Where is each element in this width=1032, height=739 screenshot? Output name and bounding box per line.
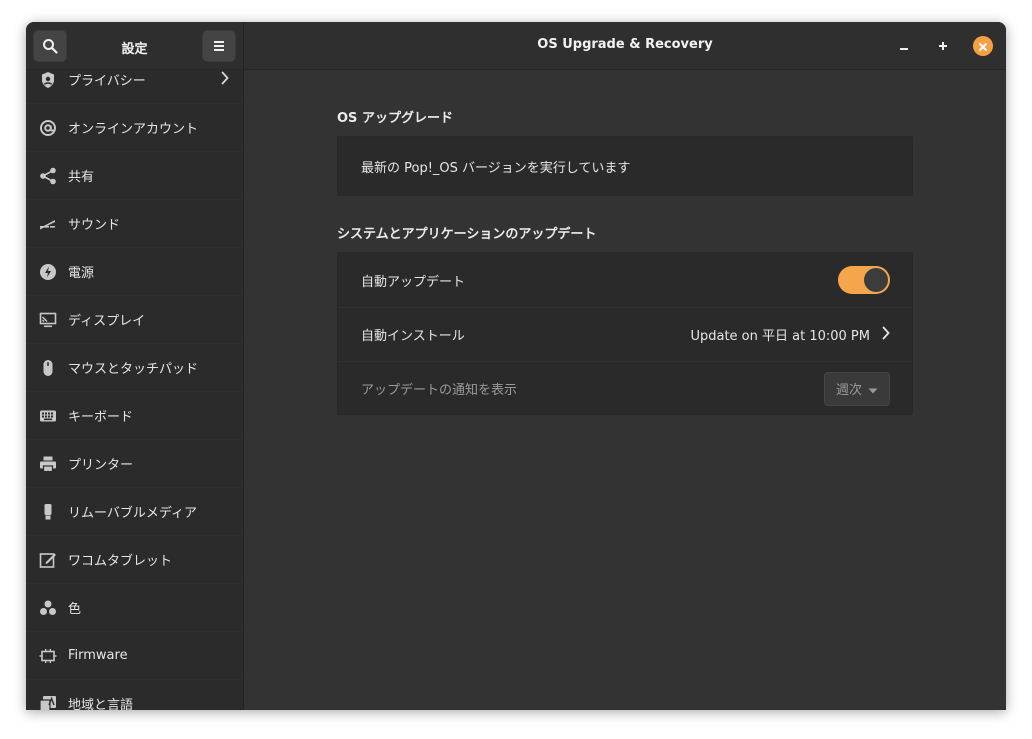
sound-icon <box>39 215 57 233</box>
sidebar-item-sound[interactable]: サウンド <box>26 200 243 248</box>
sidebar-item-power[interactable]: 電源 <box>26 248 243 296</box>
sidebar-item-label: 共有 <box>68 170 95 185</box>
main-content: OS アップグレード 最新の Pop!_OS バージョンを実行しています システ… <box>244 70 1006 710</box>
dropdown-selected-value: 週次 <box>836 383 863 398</box>
display-icon <box>39 311 57 329</box>
color-icon <box>39 599 57 617</box>
power-icon <box>39 263 57 281</box>
settings-window: 設定 OS Upgrade & Recovery プライバシー オンラインアカウ… <box>26 22 1006 710</box>
chevron-right-icon <box>882 325 890 344</box>
sidebar-item-color[interactable]: 色 <box>26 584 243 632</box>
sidebar-item-label: リムーバブルメディア <box>68 506 197 521</box>
sidebar-item-keyboard[interactable]: キーボード <box>26 392 243 440</box>
share-icon <box>39 167 57 185</box>
sidebar-item-label: キーボード <box>68 410 134 425</box>
minimize-button[interactable] <box>894 36 914 56</box>
sidebar-item-sharing[interactable]: 共有 <box>26 152 243 200</box>
printer-icon <box>39 455 57 473</box>
hamburger-menu-icon <box>212 40 226 52</box>
toggle-knob <box>864 268 888 292</box>
sidebar-item-label: サウンド <box>68 218 121 233</box>
auto-install-value: Update on 平日 at 10:00 PM <box>690 329 870 344</box>
close-icon <box>978 37 988 56</box>
at-icon <box>39 119 57 137</box>
sidebar-item-label: プリンター <box>68 458 134 473</box>
sidebar-item-label: 電源 <box>68 266 95 281</box>
sidebar-item-label: オンラインアカウント <box>68 122 199 137</box>
auto-install-row[interactable]: 自動インストール Update on 平日 at 10:00 PM <box>338 308 912 361</box>
sidebar-header: 設定 <box>26 22 244 70</box>
notification-frequency-dropdown[interactable]: 週次 <box>824 371 890 406</box>
update-notification-label: アップデートの通知を表示 <box>361 383 518 398</box>
content-header: OS Upgrade & Recovery <box>244 22 1006 70</box>
tablet-icon <box>39 551 57 569</box>
sidebar-item-firmware[interactable]: Firmware <box>26 632 243 680</box>
language-icon <box>39 695 57 710</box>
os-upgrade-card: 最新の Pop!_OS バージョンを実行しています <box>337 136 913 196</box>
minimize-icon <box>898 37 910 56</box>
sidebar-item-privacy[interactable]: プライバシー <box>26 70 243 104</box>
sidebar-item-removable-media[interactable]: リムーバブルメディア <box>26 488 243 536</box>
sidebar-item-online-accounts[interactable]: オンラインアカウント <box>26 104 243 152</box>
window-title: OS Upgrade & Recovery <box>537 37 713 52</box>
sidebar-item-mouse-touchpad[interactable]: マウスとタッチパッド <box>26 344 243 392</box>
sidebar-item-printers[interactable]: プリンター <box>26 440 243 488</box>
sidebar-item-label: Firmware <box>68 648 128 663</box>
updates-card: 自動アップデート 自動インストール Update on 平日 at 10:00 … <box>337 252 913 415</box>
chevron-down-icon <box>868 379 878 398</box>
sidebar-item-region-language[interactable]: 地域と言語 <box>26 680 243 710</box>
auto-install-label: 自動インストール <box>361 329 465 344</box>
os-upgrade-section-title: OS アップグレード <box>337 111 453 126</box>
sidebar: プライバシー オンラインアカウント 共有 サウンド 電源 ディスプレイ マウスと… <box>26 70 244 710</box>
sidebar-item-wacom-tablet[interactable]: ワコムタブレット <box>26 536 243 584</box>
os-upgrade-status-row: 最新の Pop!_OS バージョンを実行しています <box>338 137 912 195</box>
sidebar-item-label: 色 <box>68 602 82 617</box>
update-notification-row: アップデートの通知を表示 週次 <box>338 362 912 415</box>
auto-update-toggle[interactable] <box>838 266 890 294</box>
privacy-icon <box>39 71 57 89</box>
sidebar-item-label: マウスとタッチパッド <box>68 362 199 377</box>
sidebar-item-label: ワコムタブレット <box>68 554 173 569</box>
maximize-icon <box>937 37 949 56</box>
auto-update-label: 自動アップデート <box>361 274 466 290</box>
sidebar-item-label: プライバシー <box>68 74 146 89</box>
menu-button[interactable] <box>202 30 236 62</box>
removable-media-icon <box>39 503 57 521</box>
firmware-chip-icon <box>39 647 57 665</box>
header-bar: 設定 OS Upgrade & Recovery <box>26 22 1006 70</box>
sidebar-item-label: ディスプレイ <box>68 314 146 329</box>
chevron-right-icon <box>221 70 229 89</box>
updates-section-title: システムとアプリケーションのアップデート <box>337 227 597 242</box>
os-upgrade-status: 最新の Pop!_OS バージョンを実行しています <box>361 160 631 176</box>
maximize-button[interactable] <box>933 36 953 56</box>
auto-update-row: 自動アップデート <box>338 253 912 307</box>
keyboard-icon <box>39 407 57 425</box>
mouse-icon <box>39 359 57 377</box>
close-button[interactable] <box>973 36 993 56</box>
sidebar-item-label: 地域と言語 <box>68 698 134 710</box>
sidebar-item-display[interactable]: ディスプレイ <box>26 296 243 344</box>
